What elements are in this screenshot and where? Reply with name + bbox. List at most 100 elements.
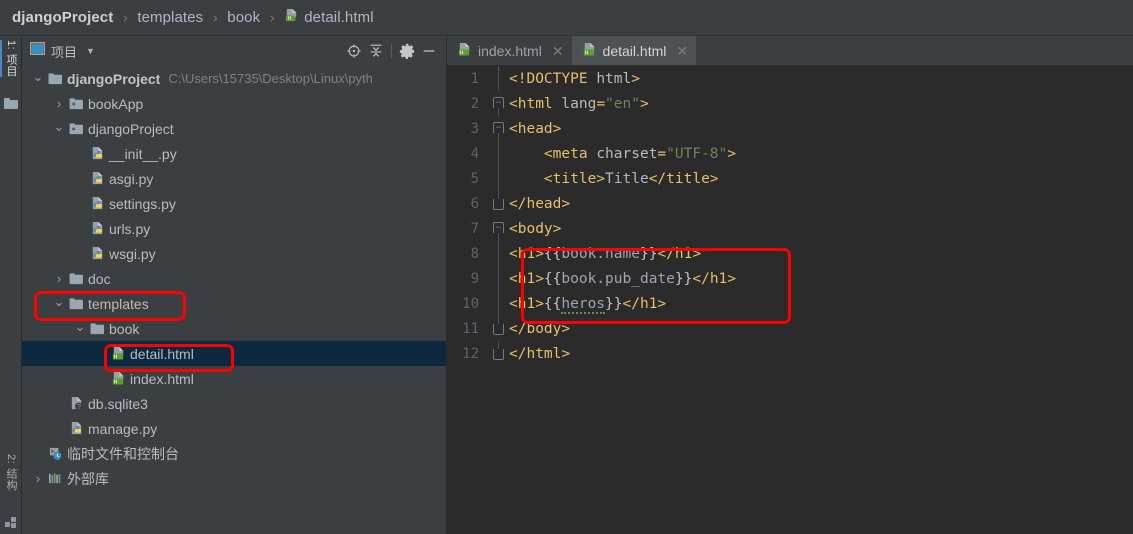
tree-row[interactable]: ? db.sqlite3 [22,391,446,416]
code-line[interactable]: 2 − <html lang="en"> [447,91,1133,116]
breadcrumb-separator: › [212,8,219,27]
code-line[interactable]: 6 </head> [447,191,1133,216]
project-tree[interactable]: ⌄ djangoProject C:\Users\15735\Desktop\Lin… [22,66,446,534]
code-token: </h1> [622,295,667,312]
fold-collapse-icon[interactable]: − [493,222,504,233]
project-window-icon [30,42,45,60]
svg-text:H: H [288,16,291,22]
code-token: }} [639,245,658,262]
editor-tab-index-html[interactable]: Hindex.html ✕ [447,36,572,65]
tree-row[interactable]: Hindex.html [22,366,446,391]
line-number: 3 [470,120,479,137]
chevron-down-icon[interactable]: ▼ [86,46,95,56]
tree-row[interactable]: settings.py [22,191,446,216]
folder-icon [67,297,85,310]
settings-gear-icon[interactable] [396,40,418,62]
code-line[interactable]: 7 − <body> [447,216,1133,241]
code-line[interactable]: 4 <meta charset="UTF-8"> [447,141,1133,166]
structure-tool-tab[interactable]: 2: 结构 [0,454,22,491]
code-line[interactable]: 11 </body> [447,316,1133,341]
code-line-text: </head> [509,196,570,212]
chevron-down-icon[interactable]: ⌄ [51,120,67,133]
chevron-down-icon[interactable]: ⌄ [72,320,88,333]
python-file-icon [88,196,106,211]
fold-expand-icon[interactable] [493,349,504,360]
breadcrumb-item-detail-html[interactable]: H detail.html [284,8,374,27]
fold-gutter [489,166,509,191]
hide-panel-icon[interactable] [418,40,440,62]
code-line[interactable]: 3 − <head> [447,116,1133,141]
code-line[interactable]: 5 <title>Title</title> [447,166,1133,191]
svg-text:H: H [114,380,117,386]
line-number: 4 [470,145,479,162]
module-icon[interactable] [5,516,17,534]
tree-row-label: book [109,320,140,337]
chevron-right-icon[interactable]: › [51,96,67,111]
tree-row-path: C:\Users\15735\Desktop\Linux\pyth [168,71,373,86]
fold-expand-icon[interactable] [493,324,504,335]
fold-line [498,108,499,116]
tree-row-label: templates [88,295,149,312]
tree-row[interactable]: manage.py [22,416,446,441]
fold-line [498,166,499,191]
project-tool-tab[interactable]: 1: 项目 [0,40,22,77]
tree-row[interactable]: urls.py [22,216,446,241]
code-token: book.name [561,245,640,262]
fold-line [498,66,499,91]
tree-row[interactable]: › bookApp [22,91,446,116]
code-line[interactable]: 1 <!DOCTYPE html> [447,66,1133,91]
tree-row-label: db.sqlite3 [88,395,148,412]
line-number: 2 [470,95,479,112]
fold-collapse-icon[interactable]: − [493,97,504,108]
tree-row[interactable]: ⌄ book [22,316,446,341]
code-line[interactable]: 9 <h1>{{book.pub_date}}</h1> [447,266,1133,291]
editor-tab-detail-html[interactable]: Hdetail.html ✕ [571,36,697,65]
selected-indicator [0,40,2,77]
tree-row-label: asgi.py [109,170,154,187]
close-icon[interactable]: ✕ [552,44,564,58]
code-line[interactable]: 12 </html> [447,341,1133,366]
line-number: 10 [462,295,479,312]
fold-line [498,133,499,141]
breadcrumb-item-book[interactable]: book [227,9,260,26]
editor-tab-label: index.html [478,42,542,59]
close-icon[interactable]: ✕ [676,44,688,58]
tree-row[interactable]: Hdetail.html [22,341,446,366]
code-token: {{ [543,270,562,287]
tree-row[interactable]: wsgi.py [22,241,446,266]
tree-row-label: 临时文件和控制台 [67,445,179,462]
tree-row[interactable]: asgi.py [22,166,446,191]
code-line[interactable]: 8 <h1>{{book.name}}</h1> [447,241,1133,266]
html-file-icon: H [457,42,472,60]
tree-row[interactable]: › 外部库 [22,466,446,491]
chevron-down-icon[interactable]: ⌄ [30,70,46,83]
code-token: </head> [509,195,571,212]
collapse-all-icon[interactable] [365,40,387,62]
tree-row[interactable]: 临时文件和控制台 [22,441,446,466]
code-editor[interactable]: 1 <!DOCTYPE html> 2− <html lang="en"> 3− <hea… [447,66,1133,534]
folder-icon[interactable] [4,98,18,109]
code-token: html [596,70,632,87]
code-line-text: <h1>{{heros}}</h1> [509,295,667,314]
chevron-down-icon[interactable]: ⌄ [51,295,67,308]
code-line[interactable]: 10 <h1>{{heros}}</h1> [447,291,1133,316]
fold-gutter [489,141,509,166]
locate-target-icon[interactable] [343,40,365,62]
breadcrumb-item-djangoproject[interactable]: djangoProject [12,9,113,26]
tree-row[interactable]: __init__.py [22,141,446,166]
chevron-right-icon[interactable]: › [51,271,67,286]
tree-row[interactable]: › doc [22,266,446,291]
breadcrumb-item-templates[interactable]: templates [137,9,203,26]
tree-row[interactable]: ⌄ templates [22,291,446,316]
fold-collapse-icon[interactable]: − [493,122,504,133]
code-token: </h1> [692,270,737,287]
library-icon [46,472,64,485]
tree-row[interactable]: ⌄ djangoProject C:\Users\15735\Desktop\Lin… [22,66,446,91]
chevron-right-icon[interactable]: › [30,471,46,486]
module-folder-icon [67,122,85,135]
left-tool-strip: 1: 项目 2: 结构 [0,36,22,534]
tree-row[interactable]: ⌄ djangoProject [22,116,446,141]
tree-row-label: wsgi.py [109,245,156,262]
fold-expand-icon[interactable] [493,199,504,210]
tree-row-label: doc [88,270,111,287]
